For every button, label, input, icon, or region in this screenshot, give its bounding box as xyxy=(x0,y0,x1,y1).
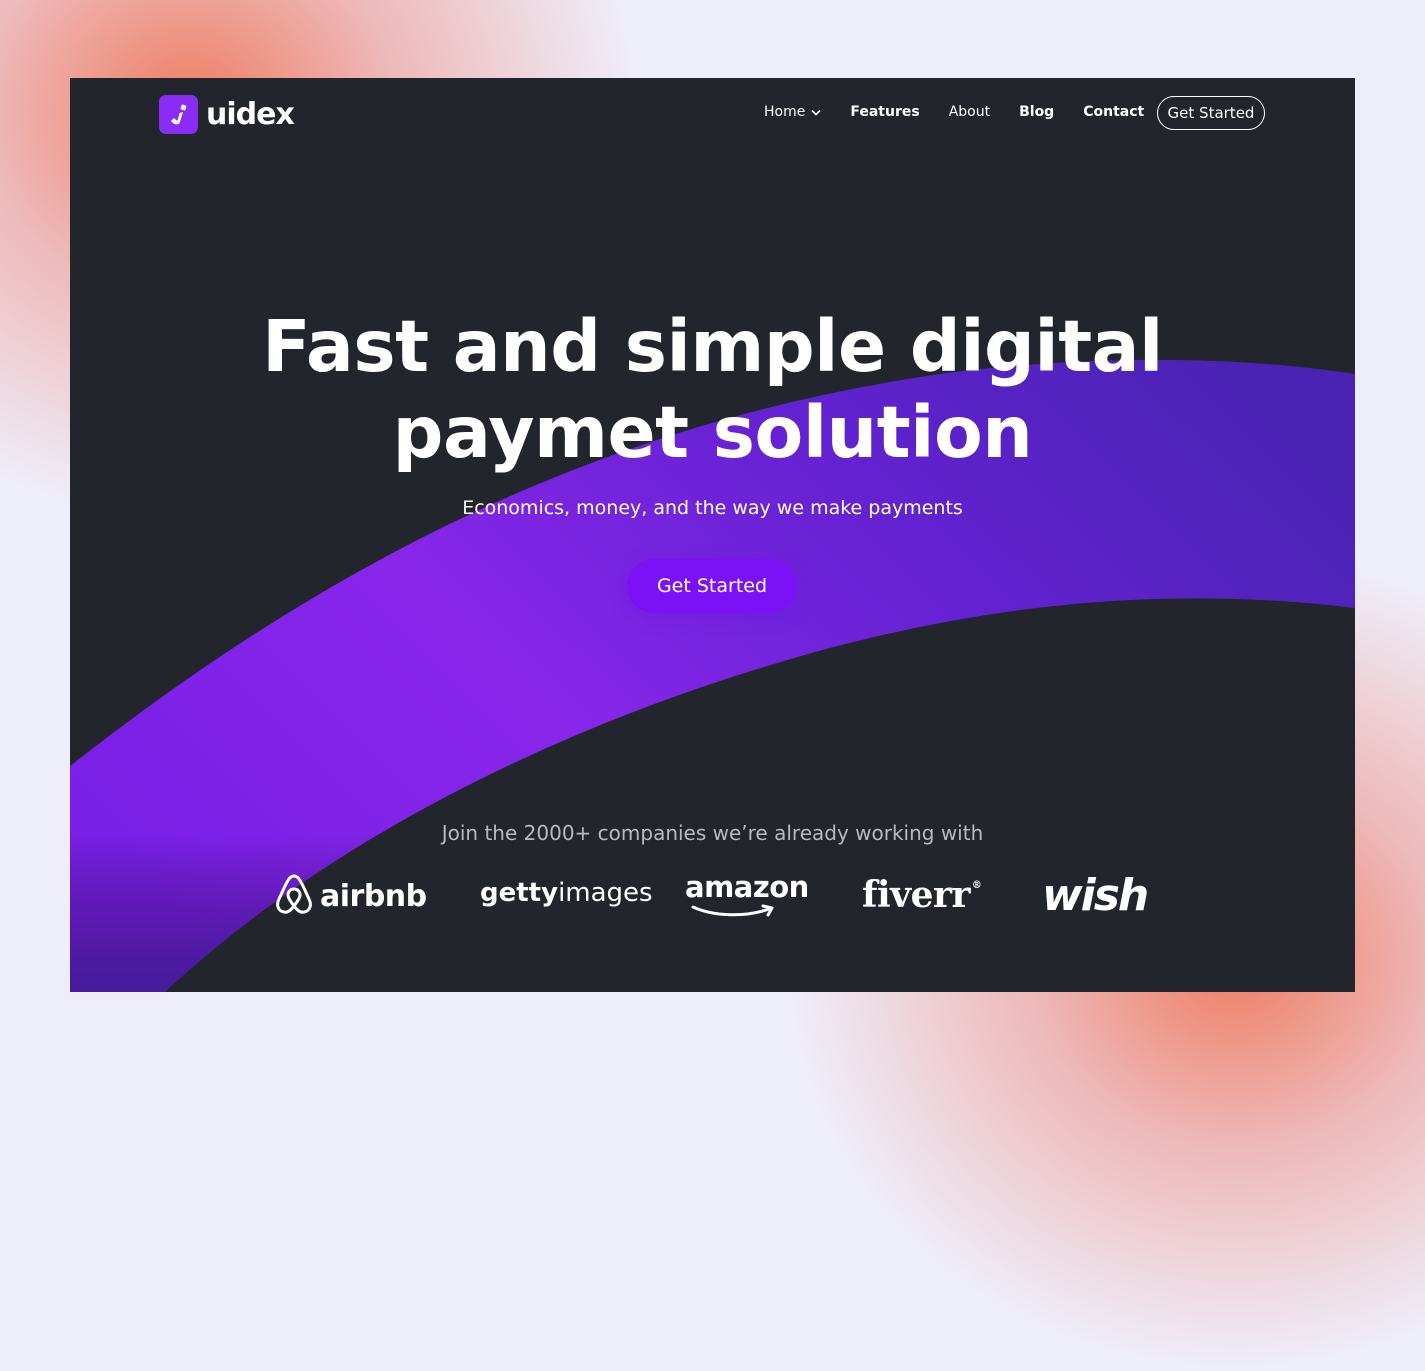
fiverr-wordmark: fiverr xyxy=(862,874,970,916)
nav-item-label: About xyxy=(948,104,991,120)
airbnb-wordmark: airbnb xyxy=(320,879,427,914)
partners-heading: Join the 2000+ companies we’re already w… xyxy=(441,821,984,845)
nav-item-blog[interactable]: Blog xyxy=(1019,104,1054,120)
hero-title: Fast and simple digital paymet solution xyxy=(70,304,1355,476)
main-nav: Home Features About Blog Contact xyxy=(764,104,1173,120)
brand-name: uidex xyxy=(206,97,295,132)
nav-item-features[interactable]: Features xyxy=(850,104,919,120)
hero-swoosh-graphic xyxy=(70,359,1355,992)
hero-get-started-button[interactable]: Get Started xyxy=(627,559,797,613)
partner-logos: airbnb getty images amazon fiverr ® wish xyxy=(70,870,1355,930)
wish-logo: wish xyxy=(1042,870,1149,921)
nav-item-label: Features xyxy=(850,104,920,120)
hero-title-line-1: Fast and simple digital xyxy=(262,305,1163,388)
registered-mark: ® xyxy=(971,880,982,891)
nav-get-started-button[interactable]: Get Started xyxy=(1157,96,1265,130)
getty-wordmark-bold: getty xyxy=(480,878,559,908)
chevron-down-icon xyxy=(811,109,821,116)
getty-wordmark-light: images xyxy=(558,878,653,908)
hero-subtitle: Economics, money, and the way we make pa… xyxy=(462,497,963,519)
gettyimages-logo: getty images xyxy=(480,878,653,908)
amazon-smile-icon xyxy=(685,904,781,923)
wish-wordmark: wish xyxy=(1042,870,1149,921)
nav-item-label: Contact xyxy=(1083,104,1145,120)
airbnb-icon xyxy=(274,872,314,921)
nav-item-contact[interactable]: Contact xyxy=(1083,104,1144,120)
nav-item-home[interactable]: Home xyxy=(764,104,821,120)
nav-item-label: Blog xyxy=(1019,104,1055,120)
landing-page-frame: uidex Home Features About Blog Contact G… xyxy=(70,78,1355,992)
airbnb-logo: airbnb xyxy=(274,872,427,921)
nav-item-about[interactable]: About xyxy=(949,104,990,120)
amazon-wordmark: amazon xyxy=(685,870,809,904)
nav-item-label: Home xyxy=(764,104,806,120)
uidex-logo-icon xyxy=(159,95,198,134)
amazon-logo: amazon xyxy=(685,870,809,923)
hero-title-line-2: paymet solution xyxy=(392,391,1033,474)
brand-logo[interactable]: uidex xyxy=(159,95,295,134)
fiverr-logo: fiverr ® xyxy=(862,874,982,916)
